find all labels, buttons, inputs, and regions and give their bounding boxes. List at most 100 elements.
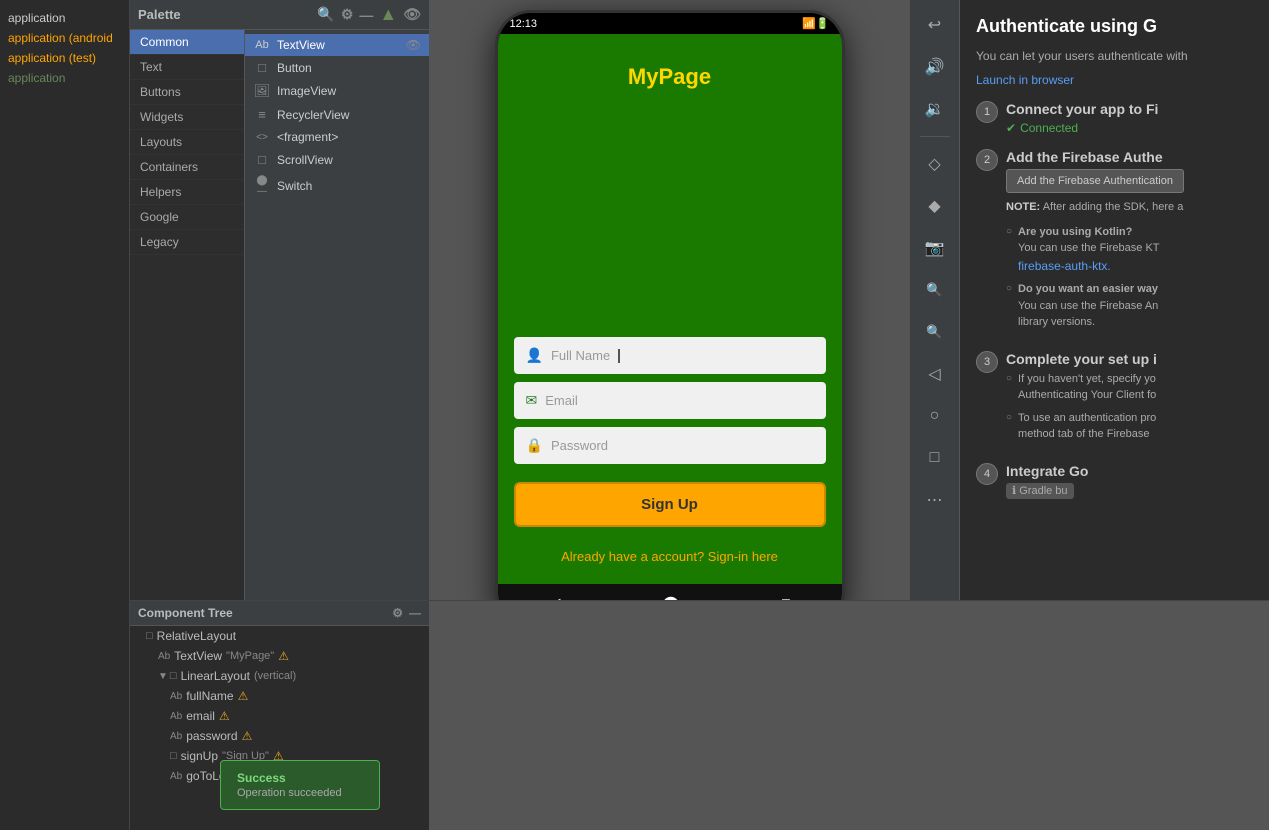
palette-category-common[interactable]: Common — [130, 30, 244, 55]
fullname-tree-icon: Ab — [170, 691, 182, 702]
toolbar-circle-button[interactable]: ○ — [918, 399, 952, 433]
palette-category-widgets[interactable]: Widgets — [130, 105, 244, 130]
toolbar-volume-high-button[interactable]: 🔊 — [918, 50, 952, 84]
tree-password[interactable]: Ab password ⚠ — [130, 726, 429, 746]
palette-item-recyclerview[interactable]: ≡ RecyclerView — [245, 103, 429, 126]
step-1-connected: ✔ Connected — [1006, 121, 1253, 135]
palette-item-imageview[interactable]: 🖼 ImageView — [245, 79, 429, 103]
note-bold: NOTE: — [1006, 201, 1040, 213]
tree-email[interactable]: Ab email ⚠ — [130, 706, 429, 726]
gradle-badge: ℹ Gradle bu — [1006, 483, 1074, 499]
palette-categories: Common Text Buttons Widgets Layouts Cont… — [130, 30, 245, 600]
palette-items: Ab TextView 👁 □ Button 🖼 ImageView — [245, 30, 429, 600]
toolbar-back-button[interactable]: ↩ — [918, 8, 952, 42]
toolbar-zoom-out-button[interactable]: 🔍 — [918, 315, 952, 349]
project-item-android[interactable]: application (android — [0, 28, 129, 48]
project-item-app[interactable]: application — [0, 8, 129, 28]
palette-item-button[interactable]: □ Button — [245, 56, 429, 79]
sub-2-text: Do you want an easier way You can use th… — [1018, 281, 1158, 331]
toolbar-more-button[interactable]: ⋯ — [918, 483, 952, 517]
launch-in-browser-link[interactable]: Launch in browser — [976, 73, 1074, 87]
toolbar-square-button[interactable]: □ — [918, 441, 952, 475]
tree-textview-mypage[interactable]: Ab TextView "MyPage" ⚠ — [130, 646, 429, 666]
toolbar-zoom-in-button[interactable]: 🔍 — [918, 273, 952, 307]
palette-category-layouts[interactable]: Layouts — [130, 130, 244, 155]
step-2-title: Add the Firebase Authe — [1006, 149, 1253, 165]
phone-input-fullname[interactable]: 👤 Full Name — [514, 337, 826, 374]
palette-category-google[interactable]: Google — [130, 205, 244, 230]
bullet-4: ○ — [1006, 412, 1012, 423]
palette-gear-icon[interactable]: ⚙ — [341, 6, 354, 23]
nav-home-button[interactable]: ⬤ — [662, 594, 680, 600]
palette-category-helpers[interactable]: Helpers — [130, 180, 244, 205]
palette-category-buttons[interactable]: Buttons — [130, 80, 244, 105]
email-icon: ✉ — [526, 392, 538, 409]
fullname-icon: 👤 — [526, 347, 543, 364]
tree-fullname[interactable]: Ab fullName ⚠ — [130, 686, 429, 706]
scrollview-icon: □ — [253, 152, 271, 167]
bullet-3: ○ — [1006, 373, 1012, 384]
project-item-test[interactable]: application (test) — [0, 48, 129, 68]
textview-mypage-icon: Ab — [158, 651, 170, 662]
palette-eye-icon[interactable]: 👁 — [403, 6, 421, 23]
switch-icon: ⬤— — [253, 175, 271, 197]
palette-item-textview[interactable]: Ab TextView 👁 — [245, 34, 429, 56]
phone-screen: MyPage 👤 Full Name ✉ Email — [498, 34, 842, 584]
palette-minimize-icon[interactable]: — — [359, 7, 373, 23]
right-toolbar: ↩ 🔊 🔉 ◇ ◆ 📷 🔍 🔍 ◁ ○ □ ⋯ — [909, 0, 959, 600]
palette-category-containers[interactable]: Containers — [130, 155, 244, 180]
palette-category-text[interactable]: Text — [130, 55, 244, 80]
step-1: 1 Connect your app to Fi ✔ Connected — [976, 101, 1253, 135]
phone-input-email[interactable]: ✉ Email — [514, 382, 826, 419]
palette-category-legacy[interactable]: Legacy — [130, 230, 244, 255]
tree-linearlayout[interactable]: ▼ □ LinearLayout (vertical) — [130, 666, 429, 686]
textview-mypage-label: TextView — [174, 649, 222, 663]
tree-relativelayout[interactable]: □ RelativeLayout — [130, 626, 429, 646]
password-placeholder: Password — [551, 438, 608, 453]
phone-signin-link[interactable]: Already have a account? Sign-in here — [514, 549, 826, 564]
step-2: 2 Add the Firebase Authe Add the Firebas… — [976, 149, 1253, 337]
palette-android-icon[interactable]: ▲ — [379, 4, 397, 25]
toolbar-shape1-button[interactable]: ◇ — [918, 147, 952, 181]
password-tree-icon: Ab — [170, 731, 182, 742]
relativelayout-label: RelativeLayout — [157, 629, 236, 643]
success-toast: Success Operation succeeded — [220, 760, 380, 810]
firebase-auth-ktx-link[interactable]: firebase-auth-ktx. — [1018, 259, 1111, 273]
step-1-content: Connect your app to Fi ✔ Connected — [1006, 101, 1253, 135]
toolbar-volume-low-button[interactable]: 🔉 — [918, 92, 952, 126]
step-2-sub-1: ○ Are you using Kotlin? You can use the … — [1006, 224, 1253, 276]
step-3-title: Complete your set up i — [1006, 351, 1253, 367]
fullname-placeholder: Full Name — [551, 348, 610, 363]
palette-item-scrollview[interactable]: □ ScrollView — [245, 148, 429, 171]
email-tree-icon: Ab — [170, 711, 182, 722]
toolbar-shape2-button[interactable]: ◆ — [918, 189, 952, 223]
add-firebase-auth-button[interactable]: Add the Firebase Authentication — [1006, 169, 1184, 193]
palette-panel: Palette 🔍 ⚙ — ▲ 👁 Common Text Buttons Wi… — [130, 0, 430, 600]
phone-input-password[interactable]: 🔒 Password — [514, 427, 826, 464]
toolbar-arrow-back-button[interactable]: ◁ — [918, 357, 952, 391]
palette-search-icon[interactable]: 🔍 — [317, 6, 334, 23]
phone-page-title: MyPage — [628, 64, 711, 90]
palette-item-fragment[interactable]: <> <fragment> — [245, 126, 429, 148]
password-tree-label: password — [186, 729, 237, 743]
step-3: 3 Complete your set up i ○ If you haven'… — [976, 351, 1253, 449]
phone-signup-button[interactable]: Sign Up — [514, 482, 826, 527]
canvas-bottom — [430, 601, 1269, 830]
fragment-label: <fragment> — [277, 130, 338, 144]
toolbar-camera-button[interactable]: 📷 — [918, 231, 952, 265]
app-android-label: application (android — [8, 31, 113, 45]
nav-square-button[interactable]: ■ — [781, 595, 791, 600]
palette-item-switch[interactable]: ⬤— Switch — [245, 171, 429, 201]
canvas-area: 12:13 📶🔋 MyPage 👤 Full Name — [430, 0, 909, 600]
phone-status-bar: 12:13 📶🔋 — [498, 13, 842, 34]
button-icon: □ — [253, 60, 271, 75]
comp-tree-gear-icon[interactable]: ⚙ — [392, 606, 403, 620]
step-3-circle: 3 — [976, 351, 998, 373]
nav-back-button[interactable]: ◀ — [548, 594, 560, 600]
project-item-green[interactable]: application — [0, 68, 129, 88]
comp-tree-minimize-icon[interactable]: — — [409, 606, 421, 620]
connected-label: Connected — [1020, 121, 1078, 135]
success-message: Operation succeeded — [237, 787, 363, 799]
button-label: Button — [277, 61, 312, 75]
sub-2-heading: Do you want an easier way — [1018, 283, 1158, 295]
